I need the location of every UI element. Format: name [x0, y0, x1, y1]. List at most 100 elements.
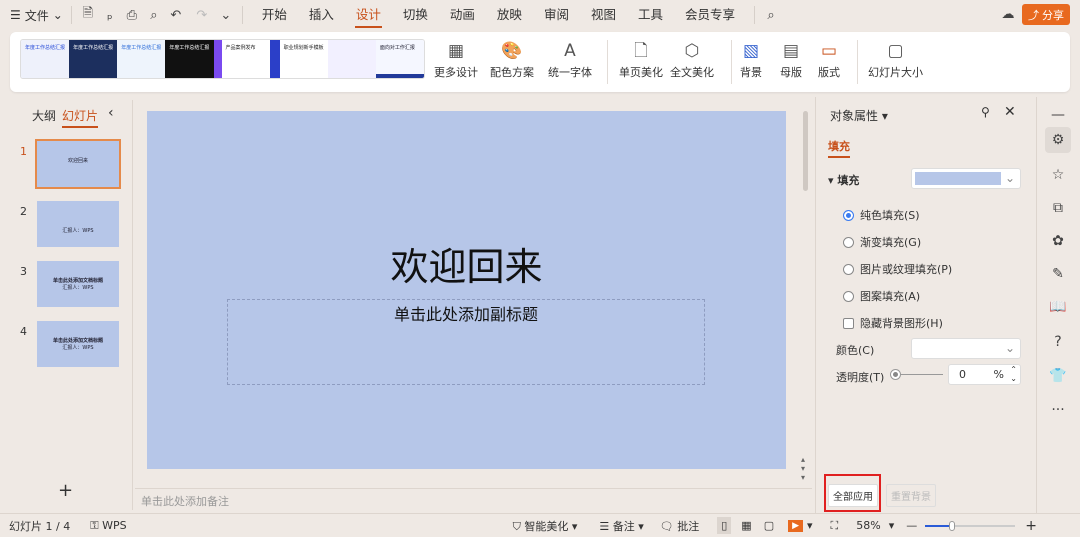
- zoom-in-button[interactable]: +: [1025, 518, 1037, 534]
- shirt-icon[interactable]: 👕: [1045, 363, 1071, 389]
- help-icon[interactable]: ?: [1045, 329, 1071, 355]
- template-thumb[interactable]: 产品案例发布: [221, 40, 280, 78]
- star-icon[interactable]: ☆: [1045, 162, 1071, 188]
- zoom-level[interactable]: 58%: [856, 519, 880, 532]
- search-icon[interactable]: ⌕: [763, 8, 779, 23]
- panel-title[interactable]: 对象属性 ▾: [830, 107, 888, 124]
- transition-icon[interactable]: ⧉: [1045, 195, 1071, 221]
- fill-color-dropdown[interactable]: ⌄: [911, 168, 1021, 189]
- spinner-icon[interactable]: ⌃ ⌄: [1010, 365, 1017, 383]
- slide-thumb-3[interactable]: 单击此处添加文档标题 汇报人：WPS: [37, 261, 119, 307]
- transparency-input[interactable]: 0% ⌃ ⌄: [948, 364, 1021, 385]
- subtitle-placeholder[interactable]: 单击此处添加副标题: [227, 299, 705, 385]
- tab-review[interactable]: 审阅: [533, 0, 580, 30]
- magic-icon[interactable]: ✎: [1045, 261, 1071, 287]
- undo-icon[interactable]: ↶: [168, 8, 184, 23]
- hide-background-checkbox[interactable]: 隐藏背景图形(H): [843, 315, 943, 331]
- print-icon[interactable]: ⎙: [124, 8, 140, 23]
- slide-number: 1: [20, 145, 27, 158]
- animation-icon[interactable]: ✿: [1045, 228, 1071, 254]
- apply-all-button[interactable]: 全部应用: [828, 484, 878, 507]
- cloud-icon[interactable]: ☁: [1000, 7, 1016, 22]
- sorter-view-icon[interactable]: ▦: [741, 519, 751, 532]
- page-beautify-button[interactable]: 🗋 单页美化: [619, 38, 663, 80]
- wps-indicator[interactable]: ⚿ WPS: [90, 519, 126, 533]
- status-bar: 幻灯片 1 / 4 ⚿ WPS ⛉ 智能美化 ▾ ☰ 备注 ▾ 🗨 批注 ▯ ▦…: [0, 513, 1080, 537]
- add-slide-button[interactable]: +: [58, 480, 73, 501]
- full-beautify-button[interactable]: ⬡ 全文美化: [670, 38, 714, 80]
- tab-outline[interactable]: 大纲: [32, 107, 56, 124]
- vertical-scrollbar[interactable]: ▴ ▾ ▾: [799, 97, 812, 487]
- zoom-handle[interactable]: [949, 520, 956, 531]
- zoom-slider[interactable]: [925, 520, 1016, 531]
- properties-icon[interactable]: ⚙: [1045, 127, 1071, 153]
- tab-slides[interactable]: 幻灯片: [62, 107, 99, 128]
- slide-size-button[interactable]: ▢ 幻灯片大小: [868, 38, 923, 80]
- master-button[interactable]: ▤ 母版: [780, 38, 802, 80]
- radio-pattern-fill[interactable]: 图案填充(A): [843, 288, 920, 304]
- template-thumb[interactable]: 职业规划新手模板: [279, 40, 328, 78]
- collapse-icon[interactable]: ‹: [108, 105, 114, 121]
- more-icon[interactable]: ···: [1045, 397, 1071, 423]
- template-thumb[interactable]: 年度工作总结汇报: [21, 40, 70, 78]
- reading-view-icon[interactable]: ▢: [764, 519, 774, 532]
- layout-button[interactable]: ▭ 版式: [818, 38, 840, 80]
- tab-insert[interactable]: 插入: [298, 0, 345, 30]
- background-button[interactable]: ▧ 背景: [740, 38, 762, 80]
- notes-input[interactable]: 单击此处添加备注: [135, 488, 812, 512]
- color-dropdown[interactable]: ⌄: [911, 338, 1021, 359]
- zoom-out-button[interactable]: —: [906, 519, 917, 532]
- tab-tools[interactable]: 工具: [627, 0, 674, 30]
- format-painter-icon[interactable]: ₚ: [102, 8, 118, 23]
- tab-view[interactable]: 视图: [580, 0, 627, 30]
- template-thumb[interactable]: 面向对工作汇报: [375, 40, 424, 78]
- play-button[interactable]: ▶: [788, 519, 804, 532]
- template-gallery: 年度工作总结汇报 年度工作总结汇报 年度工作总结汇报 年度工作总结汇报 产品案例…: [20, 39, 425, 79]
- zoom-dropdown-icon[interactable]: ▾: [889, 519, 895, 532]
- play-options-icon[interactable]: ▾: [807, 519, 813, 532]
- template-thumb[interactable]: 年度工作总结汇报: [117, 40, 166, 78]
- template-thumb[interactable]: 年度工作总结汇报: [165, 40, 222, 78]
- notes-button[interactable]: ☰ 备注 ▾: [599, 518, 643, 534]
- radio-solid-fill[interactable]: 纯色填充(S): [843, 207, 920, 223]
- tab-member[interactable]: 会员专享: [674, 0, 746, 30]
- template-thumb[interactable]: [327, 40, 376, 78]
- book-search-icon[interactable]: 📖: [1045, 294, 1071, 320]
- scroll-thumb[interactable]: [803, 111, 808, 191]
- file-menu[interactable]: ☰ 文件 ⌄: [10, 7, 63, 24]
- more-design-button[interactable]: ▦ 更多设计: [434, 38, 478, 80]
- unify-font-button[interactable]: A 统一字体: [548, 38, 592, 80]
- pin-icon[interactable]: ⚲: [981, 105, 990, 119]
- page-nav-icon[interactable]: ▴ ▾ ▾: [801, 455, 805, 482]
- smart-beautify-button[interactable]: ⛉ 智能美化 ▾: [513, 518, 578, 534]
- template-thumb[interactable]: 年度工作总结汇报: [69, 40, 118, 78]
- share-button[interactable]: ⤴ 分享: [1022, 4, 1070, 25]
- fit-window-icon[interactable]: ⛶: [831, 519, 839, 533]
- slide-title[interactable]: 欢迎回来: [147, 236, 786, 291]
- close-icon[interactable]: ✕: [1004, 104, 1016, 120]
- slide-thumb-1[interactable]: 欢迎回来: [35, 139, 121, 189]
- tab-transition[interactable]: 切换: [392, 0, 439, 30]
- tab-slideshow[interactable]: 放映: [486, 0, 533, 30]
- tab-animation[interactable]: 动画: [439, 0, 486, 30]
- tab-home[interactable]: 开始: [251, 0, 298, 30]
- normal-view-icon[interactable]: ▯: [717, 517, 732, 534]
- transparency-slider[interactable]: [891, 370, 943, 379]
- radio-picture-fill[interactable]: 图片或纹理填充(P): [843, 261, 952, 277]
- redo-icon[interactable]: ↷: [194, 8, 210, 23]
- reset-background-button[interactable]: 重置背景: [886, 484, 936, 507]
- slide-thumb-2[interactable]: 汇报人：WPS: [37, 201, 119, 247]
- more-chevron-icon[interactable]: ⌄: [218, 8, 234, 23]
- slide-thumb-4[interactable]: 单击此处添加文档标题 汇报人：WPS: [37, 321, 119, 367]
- minimize-icon[interactable]: —: [1045, 102, 1071, 128]
- comment-button[interactable]: 🗨 批注: [660, 518, 699, 534]
- fill-section-header[interactable]: ▾ 填充: [828, 172, 859, 188]
- save-icon[interactable]: 🗎: [80, 4, 96, 26]
- tab-design[interactable]: 设计: [345, 0, 392, 30]
- slide[interactable]: 欢迎回来 单击此处添加副标题: [147, 111, 786, 469]
- radio-gradient-fill[interactable]: 渐变填充(G): [843, 234, 921, 250]
- color-scheme-button[interactable]: 🎨 配色方案: [490, 38, 534, 80]
- tab-fill[interactable]: 填充: [828, 138, 850, 158]
- print-preview-icon[interactable]: ⌕: [146, 8, 162, 23]
- slider-handle[interactable]: [891, 370, 900, 379]
